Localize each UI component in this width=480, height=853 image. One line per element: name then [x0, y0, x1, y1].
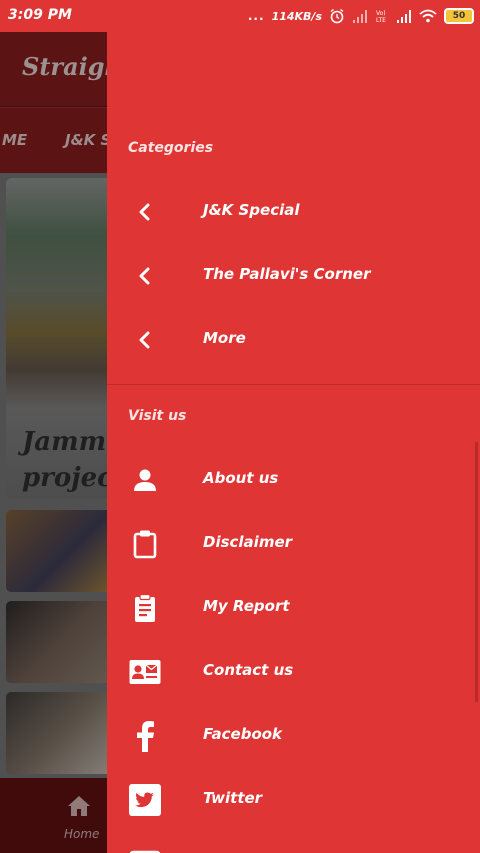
- drawer-item-contact-us[interactable]: Contact us: [107, 640, 480, 704]
- drawer-item-partial[interactable]: [107, 832, 480, 853]
- drawer-item-label: J&K Special: [203, 201, 300, 219]
- drawer-item-label: My Report: [203, 597, 290, 615]
- drawer-scrollbar[interactable]: [475, 442, 478, 702]
- drawer-item-label: The Pallavi's Corner: [203, 265, 371, 283]
- status-time: 3:09 PM: [8, 7, 72, 23]
- chevron-left-icon: [129, 324, 161, 356]
- drawer-item-twitter[interactable]: Twitter: [107, 768, 480, 832]
- battery-icon: 50: [444, 8, 474, 24]
- drawer-item-about-us[interactable]: About us: [107, 448, 480, 512]
- wifi-icon: [419, 9, 437, 23]
- drawer-item-my-report[interactable]: My Report: [107, 576, 480, 640]
- drawer-item-label: Contact us: [203, 661, 294, 679]
- notification-dots: ...: [247, 9, 265, 23]
- status-bar: 3:09 PM ... 114KB/s Vo) LTE 50: [0, 0, 480, 32]
- drawer-item-label: Disclaimer: [203, 533, 293, 551]
- drawer-item-label: About us: [203, 469, 279, 487]
- report-icon: [129, 592, 161, 624]
- volte-icon: Vo) LTE: [376, 10, 386, 24]
- drawer-item-more[interactable]: More: [107, 308, 480, 372]
- network-speed: 114KB/s: [271, 9, 322, 23]
- navigation-drawer: Categories J&K Special The Pallavi's Cor…: [107, 32, 480, 853]
- alarm-icon: [330, 8, 344, 24]
- svg-text:LTE: LTE: [376, 17, 386, 24]
- drawer-item-jk-special[interactable]: J&K Special: [107, 180, 480, 244]
- chevron-left-icon: [129, 196, 161, 228]
- visit-us-heading: Visit us: [128, 408, 187, 424]
- categories-heading: Categories: [128, 140, 214, 156]
- signal-icon: [353, 10, 367, 23]
- signal-strength-icon: [397, 10, 411, 23]
- section-divider: [107, 384, 480, 385]
- partial-icon: [129, 848, 161, 853]
- facebook-icon: [129, 720, 161, 752]
- drawer-item-pallavis-corner[interactable]: The Pallavi's Corner: [107, 244, 480, 308]
- person-icon: [129, 464, 161, 496]
- clipboard-icon: [129, 528, 161, 560]
- drawer-item-disclaimer[interactable]: Disclaimer: [107, 512, 480, 576]
- chevron-left-icon: [129, 260, 161, 292]
- status-icons: ... 114KB/s Vo) LTE 50: [248, 6, 474, 26]
- drawer-item-facebook[interactable]: Facebook: [107, 704, 480, 768]
- twitter-icon: [129, 784, 161, 816]
- drawer-item-label: Twitter: [203, 789, 263, 807]
- contact-card-icon: [129, 656, 161, 688]
- svg-text:Vo): Vo): [376, 10, 386, 17]
- drawer-item-label: Facebook: [203, 725, 283, 743]
- drawer-item-label: More: [203, 329, 246, 347]
